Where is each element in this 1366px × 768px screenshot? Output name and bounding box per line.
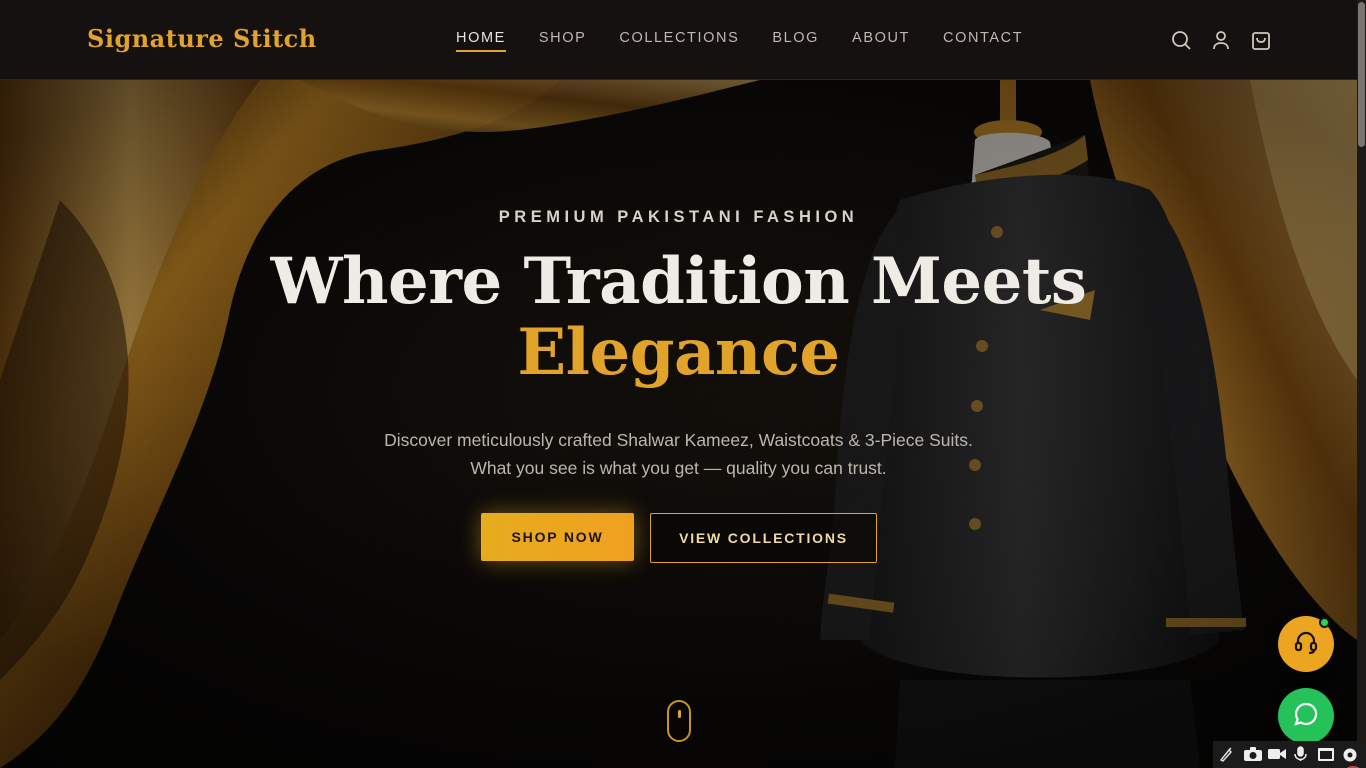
search-icon[interactable] (1170, 29, 1192, 51)
gear-icon[interactable] (1340, 746, 1363, 768)
nav-collections[interactable]: COLLECTIONS (619, 30, 739, 52)
hero-eyebrow: PREMIUM PAKISTANI FASHION (498, 208, 859, 226)
brand-logo[interactable]: Signature Stitch (87, 24, 317, 53)
hero-subtext: Discover meticulously crafted Shalwar Ka… (0, 426, 1357, 482)
support-button[interactable] (1278, 616, 1334, 672)
hero-section: PREMIUM PAKISTANI FASHION Where Traditio… (0, 80, 1357, 768)
shop-now-button[interactable]: SHOP NOW (481, 513, 634, 561)
recorder-toolbar (1213, 741, 1366, 768)
hero-headline: Where Tradition Meets Elegance (0, 246, 1357, 388)
chat-bubble-icon (1293, 701, 1319, 732)
microphone-icon[interactable] (1292, 745, 1312, 764)
main-nav: HOME SHOP COLLECTIONS BLOG ABOUT CONTACT (456, 30, 1056, 52)
headline-line-2: Elegance (517, 315, 840, 390)
chat-button[interactable] (1278, 688, 1334, 744)
pen-icon[interactable] (1219, 746, 1239, 764)
nav-shop[interactable]: SHOP (539, 30, 587, 52)
window-icon[interactable] (1316, 746, 1336, 764)
user-icon[interactable] (1210, 29, 1232, 51)
site-header: Signature Stitch HOME SHOP COLLECTIONS B… (0, 0, 1357, 80)
page-scrollbar[interactable] (1357, 0, 1366, 768)
shopping-bag-icon[interactable] (1250, 29, 1272, 51)
hero-overlay (0, 80, 1357, 768)
video-icon[interactable] (1267, 746, 1287, 764)
scroll-down-indicator[interactable] (667, 700, 691, 742)
headline-line-1: Where Tradition Meets (270, 244, 1087, 319)
nav-about[interactable]: ABOUT (852, 30, 910, 52)
scrollbar-thumb[interactable] (1358, 2, 1365, 147)
view-collections-button[interactable]: VIEW COLLECTIONS (650, 513, 877, 563)
camera-icon[interactable] (1243, 746, 1263, 764)
headset-icon (1293, 629, 1319, 660)
online-status-dot (1319, 617, 1330, 628)
nav-blog[interactable]: BLOG (772, 30, 819, 52)
nav-home[interactable]: HOME (456, 30, 506, 52)
subtext-line-1: Discover meticulously crafted Shalwar Ka… (384, 430, 973, 450)
header-actions (1170, 29, 1272, 51)
subtext-line-2: What you see is what you get — quality y… (470, 458, 887, 478)
nav-contact[interactable]: CONTACT (943, 30, 1023, 52)
